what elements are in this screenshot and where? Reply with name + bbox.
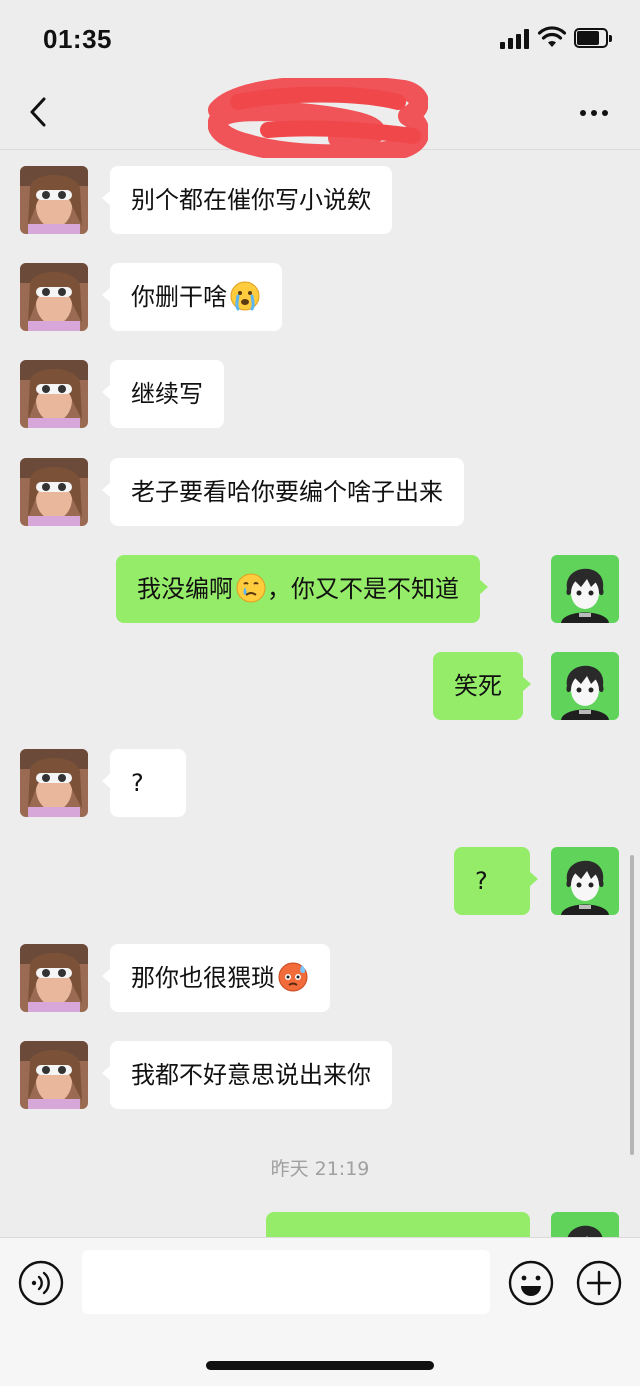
crying-face-emoji	[230, 281, 260, 311]
sweat-face-emoji	[278, 962, 308, 992]
outgoing-message-bubble[interactable]: ?	[454, 847, 538, 915]
battery-icon	[574, 28, 612, 48]
add-attachment-icon[interactable]	[576, 1260, 622, 1306]
incoming-message-bubble[interactable]: 继续写	[102, 360, 224, 428]
incoming-message-bubble[interactable]: 那你也很猥琐	[102, 944, 330, 1012]
self-avatar[interactable]	[551, 847, 619, 915]
cellular-signal-icon	[500, 29, 530, 49]
incoming-message-bubble[interactable]: 我都不好意思说出来你	[102, 1041, 392, 1109]
outgoing-message-bubble[interactable]: 我没编啊 ，你又不是不知道	[116, 555, 488, 623]
incoming-message-bubble[interactable]: ?	[102, 749, 186, 817]
outgoing-message-bubble[interactable]: 笑死	[433, 652, 531, 720]
status-bar: 01:35	[0, 0, 640, 78]
chat-header	[0, 78, 640, 158]
wifi-icon	[538, 26, 566, 47]
outgoing-message-bubble-partial[interactable]	[266, 1212, 538, 1237]
scrollbar[interactable]	[630, 855, 634, 1155]
self-avatar[interactable]	[551, 555, 619, 623]
redacted-chat-title	[208, 78, 428, 158]
emoji-picker-icon[interactable]	[508, 1260, 554, 1306]
home-indicator[interactable]	[206, 1361, 434, 1370]
contact-avatar[interactable]	[20, 166, 88, 234]
chat-message-list[interactable]: 别个都在催你写小说欸 你删干啥 继续写 老子要看哈你要编个啥子出来 我没编啊 ，…	[0, 151, 640, 1237]
status-time: 01:35	[43, 24, 112, 54]
message-text-input[interactable]	[82, 1250, 490, 1314]
contact-avatar[interactable]	[20, 944, 88, 1012]
contact-avatar[interactable]	[20, 1041, 88, 1109]
incoming-message-bubble[interactable]: 别个都在催你写小说欸	[102, 166, 392, 234]
more-options-icon[interactable]	[574, 98, 614, 126]
contact-avatar[interactable]	[20, 360, 88, 428]
contact-avatar[interactable]	[20, 458, 88, 526]
incoming-message-bubble[interactable]: 老子要看哈你要编个啥子出来	[102, 458, 464, 526]
back-arrow-icon[interactable]	[22, 94, 56, 130]
self-avatar[interactable]	[551, 1212, 619, 1237]
incoming-message-bubble[interactable]: 你删干啥	[102, 263, 282, 331]
sad-tear-emoji	[236, 573, 266, 603]
message-timestamp: 昨天 21:19	[270, 1158, 370, 1180]
voice-input-icon[interactable]	[18, 1260, 64, 1306]
contact-avatar[interactable]	[20, 749, 88, 817]
contact-avatar[interactable]	[20, 263, 88, 331]
self-avatar[interactable]	[551, 652, 619, 720]
